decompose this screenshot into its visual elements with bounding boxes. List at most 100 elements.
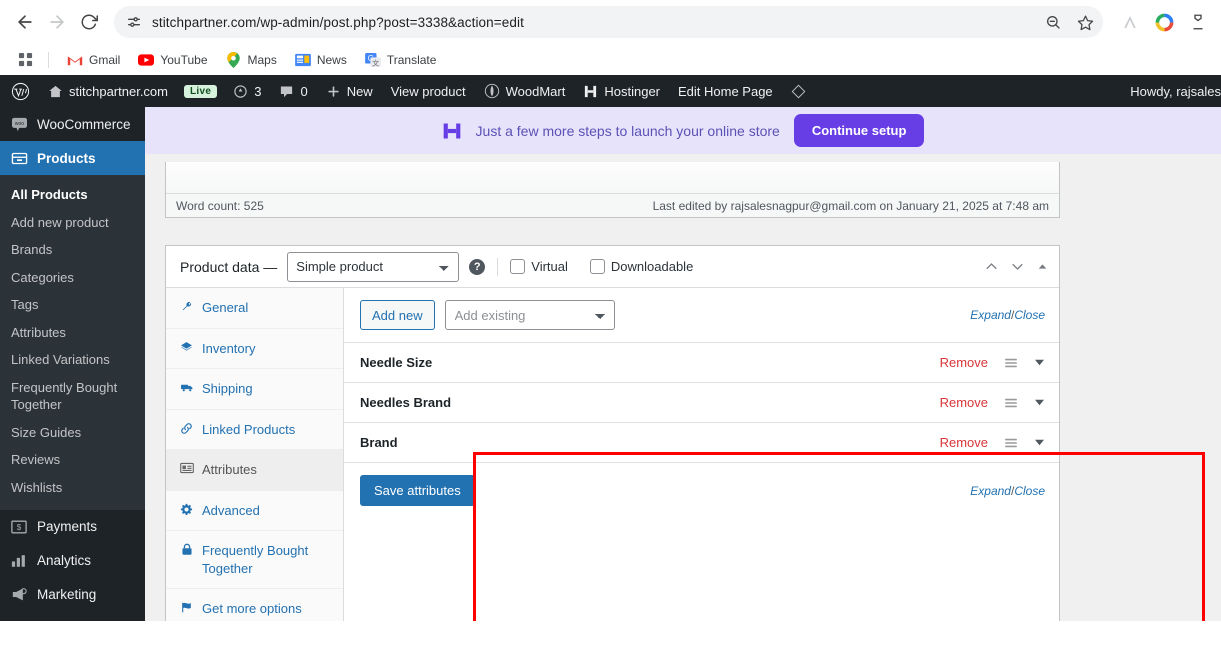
remove-attribute-link[interactable]: Remove [940, 435, 988, 450]
expand-link[interactable]: Expand [970, 308, 1011, 322]
sidebar-item-marketing[interactable]: Marketing [0, 578, 145, 612]
apps-grid-icon[interactable] [12, 47, 38, 73]
tab-advanced[interactable]: Advanced [166, 491, 343, 532]
submenu-item-all-products[interactable]: All Products [0, 181, 145, 209]
add-new-attribute-button[interactable]: Add new [360, 300, 435, 330]
drag-handle-icon[interactable] [1004, 357, 1018, 369]
expand-link[interactable]: Expand [970, 484, 1011, 498]
tab-inventory[interactable]: Inventory [166, 329, 343, 370]
home-icon [48, 84, 63, 99]
toggle-panel-icon[interactable] [1036, 260, 1049, 273]
bookmark-news[interactable]: News [287, 49, 355, 71]
attribute-row-actions: Remove [940, 435, 1045, 450]
virtual-checkbox-wrap[interactable]: Virtual [510, 259, 568, 274]
submenu-item-size-guides[interactable]: Size Guides [0, 419, 145, 447]
add-existing-attribute-select[interactable]: Add existing [444, 300, 615, 330]
tab-linked-products[interactable]: Linked Products [166, 410, 343, 451]
back-arrow-icon[interactable] [10, 7, 40, 37]
flag-icon [179, 601, 194, 614]
submenu-item-wishlists[interactable]: Wishlists [0, 474, 145, 502]
tab-get-more-options[interactable]: Get more options [166, 589, 343, 621]
remove-attribute-link[interactable]: Remove [940, 395, 988, 410]
bookmark-maps[interactable]: Maps [218, 49, 285, 71]
chevron-down-icon[interactable] [1034, 398, 1045, 407]
wrench-icon [179, 300, 194, 313]
tab-general[interactable]: General [166, 288, 343, 329]
adminbar-hostinger[interactable]: Hostinger [574, 75, 669, 107]
drag-handle-icon[interactable] [1004, 397, 1018, 409]
adminbar-comments[interactable]: 0 [270, 75, 316, 107]
forward-arrow-icon[interactable] [42, 7, 72, 37]
extension-a-icon[interactable] [1117, 9, 1143, 35]
adminbar-updates[interactable]: 3 [224, 75, 270, 107]
drag-handle-icon[interactable] [1004, 437, 1018, 449]
tab-attributes[interactable]: Attributes [166, 450, 343, 491]
sidebar-item-payments[interactable]: $ Payments [0, 510, 145, 544]
attribute-row[interactable]: Needle Size Remove [344, 343, 1059, 383]
diamond-icon [791, 84, 806, 99]
tab-shipping[interactable]: Shipping [166, 369, 343, 410]
bookmark-label: YouTube [160, 52, 208, 67]
adminbar-live-badge[interactable]: Live [177, 75, 224, 107]
chevron-down-icon[interactable] [1034, 438, 1045, 447]
address-bar[interactable]: stitchpartner.com/wp-admin/post.php?post… [114, 6, 1103, 38]
sidebar-item-woocommerce[interactable]: woo WooCommerce [0, 107, 145, 141]
bookmark-translate[interactable]: G文 Translate [357, 49, 445, 71]
url-text: stitchpartner.com/wp-admin/post.php?post… [152, 14, 524, 30]
submenu-item-reviews[interactable]: Reviews [0, 446, 145, 474]
sidebar-item-products[interactable]: Products [0, 141, 145, 175]
submenu-item-attributes[interactable]: Attributes [0, 319, 145, 347]
continue-setup-button[interactable]: Continue setup [793, 114, 925, 147]
zoom-out-icon[interactable] [1039, 8, 1067, 36]
submenu-item-frequently-bought-together[interactable]: Frequently Bought Together [0, 374, 145, 419]
site-settings-icon[interactable] [126, 14, 142, 30]
downloadable-checkbox[interactable] [589, 259, 605, 274]
adminbar-howdy[interactable]: Howdy, rajsales [1130, 75, 1221, 107]
editor-content-area[interactable] [166, 162, 1059, 193]
adminbar-edit-home-page[interactable]: Edit Home Page [669, 75, 782, 107]
wordpress-logo-icon[interactable] [2, 75, 39, 107]
adminbar-diamond[interactable] [782, 75, 815, 107]
star-icon[interactable] [1071, 8, 1099, 36]
profile-icon[interactable] [1185, 9, 1211, 35]
submenu-item-brands[interactable]: Brands [0, 236, 145, 264]
banner-text: Just a few more steps to launch your onl… [475, 122, 780, 139]
adminbar-woodmart[interactable]: WoodMart [475, 75, 575, 107]
attribute-row[interactable]: Needles Brand Remove [344, 383, 1059, 423]
virtual-checkbox[interactable] [510, 259, 526, 274]
adminbar-site-name[interactable]: stitchpartner.com [39, 75, 177, 107]
bookmark-gmail[interactable]: Gmail [59, 49, 128, 71]
hostinger-logo-icon [442, 121, 462, 141]
save-attributes-button[interactable]: Save attributes [360, 475, 475, 506]
color-wheel-icon[interactable] [1151, 9, 1177, 35]
close-link[interactable]: Close [1014, 484, 1045, 498]
svg-text:$: $ [17, 523, 22, 532]
plus-icon [326, 84, 341, 99]
submenu-item-categories[interactable]: Categories [0, 264, 145, 292]
downloadable-checkbox-wrap[interactable]: Downloadable [589, 259, 694, 274]
help-question-icon[interactable]: ? [469, 258, 486, 275]
link-icon [179, 422, 194, 435]
downloadable-label: Downloadable [610, 259, 694, 274]
adminbar-view-product[interactable]: View product [382, 75, 475, 107]
hostinger-setup-banner: Just a few more steps to launch your onl… [145, 107, 1221, 154]
product-type-select[interactable]: Simple product [287, 251, 460, 282]
chevron-down-icon[interactable] [1010, 259, 1025, 274]
sidebar-item-analytics[interactable]: Analytics [0, 544, 145, 578]
adminbar-new[interactable]: New [317, 75, 382, 107]
tab-frequently-bought-together[interactable]: Frequently Bought Together [166, 531, 343, 590]
product-data-header: Product data — Simple product ? Virtual … [166, 246, 1059, 288]
content-area: Just a few more steps to launch your onl… [145, 107, 1221, 621]
svg-text:文: 文 [372, 58, 379, 67]
maps-icon [226, 51, 242, 68]
chevron-down-icon[interactable] [1034, 358, 1045, 367]
remove-attribute-link[interactable]: Remove [940, 355, 988, 370]
submenu-item-linked-variations[interactable]: Linked Variations [0, 346, 145, 374]
attribute-row[interactable]: Brand Remove [344, 423, 1059, 463]
reload-icon[interactable] [74, 7, 104, 37]
chevron-up-icon[interactable] [984, 259, 999, 274]
submenu-item-tags[interactable]: Tags [0, 291, 145, 319]
submenu-item-add-new-product[interactable]: Add new product [0, 209, 145, 237]
close-link[interactable]: Close [1014, 308, 1045, 322]
bookmark-youtube[interactable]: YouTube [130, 49, 215, 71]
